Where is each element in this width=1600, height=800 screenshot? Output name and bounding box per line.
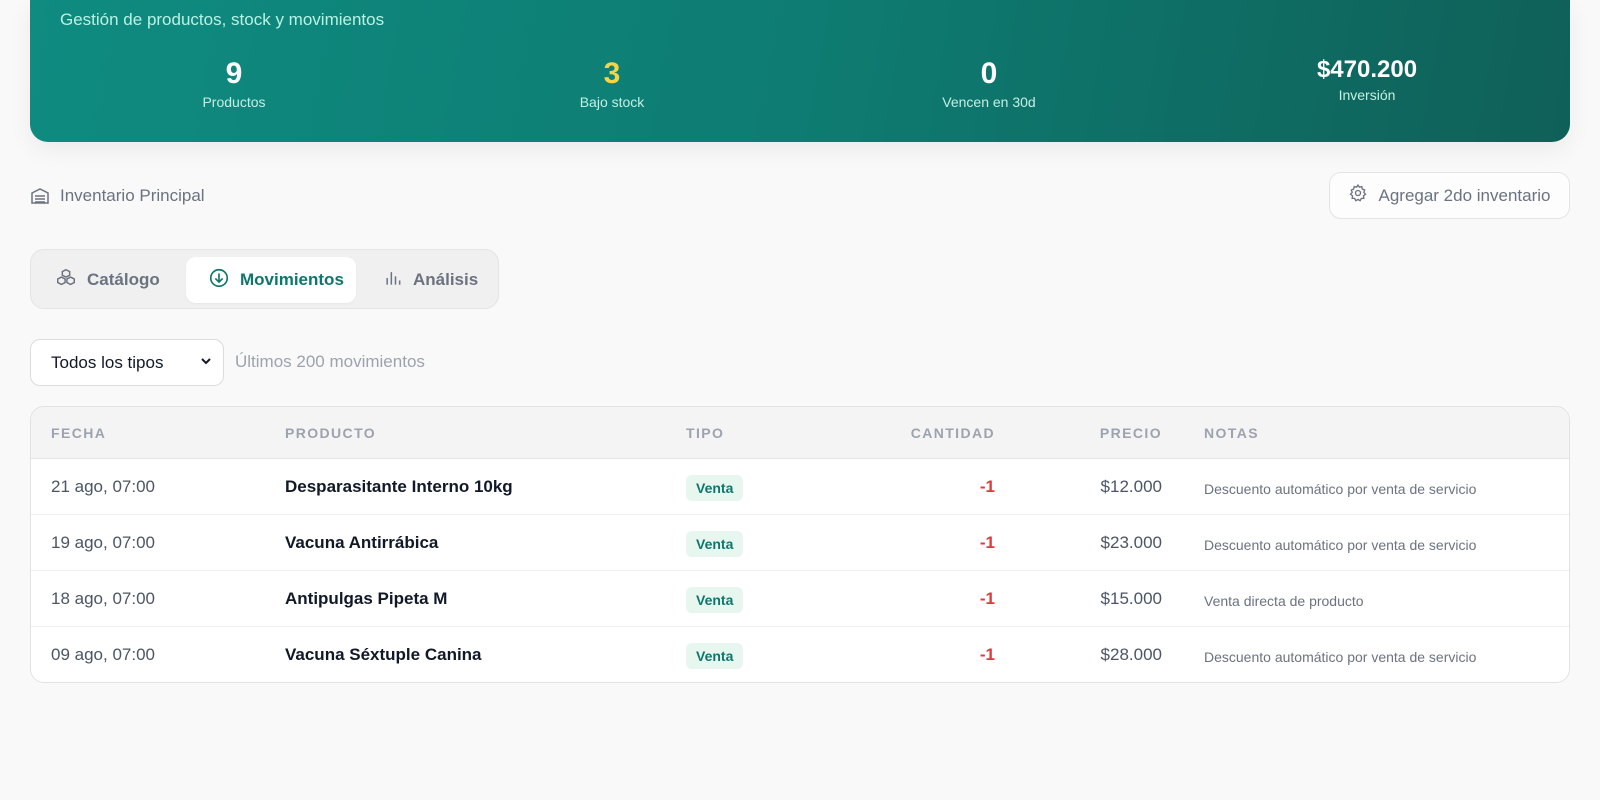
cell-notas: Descuento automático por venta de servic… bbox=[1204, 481, 1477, 497]
cell-precio: $23.000 bbox=[1100, 533, 1162, 552]
stat-label: Vencen en 30d bbox=[942, 94, 1036, 110]
stat-value: 3 bbox=[603, 57, 621, 90]
cell-precio: $12.000 bbox=[1100, 477, 1162, 496]
summary-banner: Gestión de productos, stock y movimiento… bbox=[30, 0, 1570, 142]
cell-producto: Desparasitante Interno 10kg bbox=[285, 477, 513, 496]
stat-low-stock: 3 Bajo stock bbox=[502, 56, 722, 110]
col-fecha: FECHA bbox=[51, 425, 107, 441]
stat-value: $470.200 bbox=[1316, 56, 1418, 83]
cell-producto: Vacuna Antirrábica bbox=[285, 533, 439, 552]
cell-fecha: 18 ago, 07:00 bbox=[51, 589, 155, 608]
tab-label: Movimientos bbox=[240, 270, 344, 289]
table-row[interactable]: 18 ago, 07:00 Antipulgas Pipeta M Venta … bbox=[31, 571, 1569, 627]
col-tipo: TIPO bbox=[686, 425, 725, 441]
chevron-down-icon bbox=[199, 353, 213, 373]
cell-precio: $15.000 bbox=[1100, 589, 1162, 608]
stat-value: 0 bbox=[980, 57, 998, 90]
cell-fecha: 19 ago, 07:00 bbox=[51, 533, 155, 552]
inventory-name: Inventario Principal bbox=[60, 186, 205, 205]
tab-label: Catálogo bbox=[87, 270, 160, 289]
type-badge: Venta bbox=[686, 475, 744, 501]
cell-cantidad: -1 bbox=[979, 477, 995, 496]
col-cantidad: CANTIDAD bbox=[910, 425, 995, 441]
inventory-selector-label: Inventario Principal bbox=[30, 183, 205, 209]
stat-value: 9 bbox=[225, 57, 243, 90]
cell-notas: Venta directa de producto bbox=[1204, 593, 1364, 609]
arrow-down-circle-icon bbox=[208, 267, 230, 294]
table-row[interactable]: 19 ago, 07:00 Vacuna Antirrábica Venta -… bbox=[31, 515, 1569, 571]
cell-notas: Descuento automático por venta de servic… bbox=[1204, 537, 1477, 553]
tab-label: Análisis bbox=[413, 270, 479, 289]
table-header: FECHA PRODUCTO TIPO CANTIDAD PRECIO NOTA… bbox=[31, 407, 1569, 459]
col-precio: PRECIO bbox=[1099, 425, 1162, 441]
movement-type-select[interactable]: Todos los tipos bbox=[30, 339, 224, 386]
stat-investment: $470.200 Inversión bbox=[1257, 55, 1477, 103]
add-inventory-label: Agregar 2do inventario bbox=[1378, 185, 1551, 205]
gear-icon bbox=[1348, 183, 1368, 208]
table-row[interactable]: 09 ago, 07:00 Vacuna Séxtuple Canina Ven… bbox=[31, 627, 1569, 682]
cell-cantidad: -1 bbox=[979, 533, 995, 552]
warehouse-icon bbox=[30, 186, 50, 206]
cell-cantidad: -1 bbox=[979, 645, 995, 664]
stat-label: Bajo stock bbox=[579, 94, 645, 110]
tab-catalogo[interactable]: Catálogo bbox=[33, 257, 182, 303]
col-producto: PRODUCTO bbox=[285, 425, 377, 441]
cell-fecha: 09 ago, 07:00 bbox=[51, 645, 155, 664]
movements-table: FECHA PRODUCTO TIPO CANTIDAD PRECIO NOTA… bbox=[30, 406, 1570, 683]
tab-movimientos[interactable]: Movimientos bbox=[186, 257, 356, 303]
cell-precio: $28.000 bbox=[1100, 645, 1162, 664]
cell-producto: Antipulgas Pipeta M bbox=[285, 589, 448, 608]
type-badge: Venta bbox=[686, 643, 744, 669]
bar-chart-icon bbox=[383, 268, 403, 293]
stat-products: 9 Productos bbox=[124, 56, 344, 110]
stat-expiring: 0 Vencen en 30d bbox=[879, 56, 1099, 110]
col-notas: NOTAS bbox=[1204, 425, 1259, 441]
select-value: Todos los tipos bbox=[51, 352, 164, 372]
cell-fecha: 21 ago, 07:00 bbox=[51, 477, 155, 496]
cell-producto: Vacuna Séxtuple Canina bbox=[285, 645, 482, 664]
type-badge: Venta bbox=[686, 587, 744, 613]
stat-label: Productos bbox=[202, 94, 266, 110]
tab-analisis[interactable]: Análisis bbox=[361, 257, 500, 303]
view-tabs: Catálogo Movimientos Análisis bbox=[30, 249, 499, 309]
type-badge: Venta bbox=[686, 531, 744, 557]
cubes-icon bbox=[55, 267, 77, 294]
page-subtitle: Gestión de productos, stock y movimiento… bbox=[60, 10, 385, 29]
movements-count-note: Últimos 200 movimientos bbox=[235, 352, 425, 371]
add-second-inventory-button[interactable]: Agregar 2do inventario bbox=[1329, 172, 1570, 219]
cell-cantidad: -1 bbox=[979, 589, 995, 608]
stat-label: Inversión bbox=[1338, 87, 1396, 103]
table-row[interactable]: 21 ago, 07:00 Desparasitante Interno 10k… bbox=[31, 459, 1569, 515]
cell-notas: Descuento automático por venta de servic… bbox=[1204, 649, 1477, 665]
